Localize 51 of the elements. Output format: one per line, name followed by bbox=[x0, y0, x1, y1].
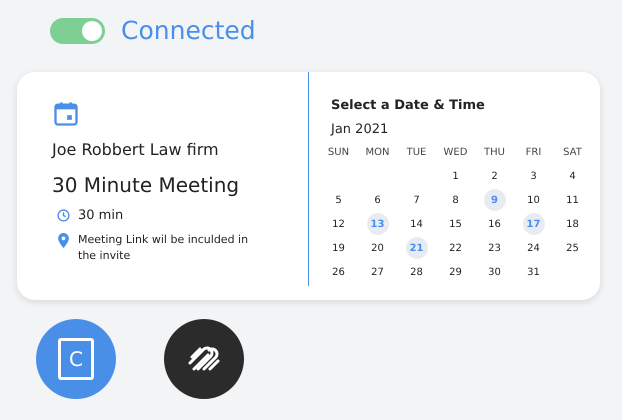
weekday-label: SAT bbox=[562, 146, 583, 160]
calendar-day: 16 bbox=[484, 213, 506, 235]
calendar-day: 7 bbox=[406, 189, 428, 211]
calendar-day: 31 bbox=[522, 261, 544, 283]
calendar-day: 1 bbox=[444, 165, 466, 187]
weekday-label: MON bbox=[364, 146, 390, 160]
weekday-label: FRI bbox=[524, 146, 542, 160]
weekday-label: TUE bbox=[406, 146, 428, 160]
calendar-day: 3 bbox=[522, 165, 544, 187]
calendar-day[interactable]: 9 bbox=[484, 189, 506, 211]
location-pin-icon bbox=[57, 232, 70, 248]
calendar-day: 28 bbox=[406, 261, 428, 283]
location-text: Meeting Link wil be inculded in the invite bbox=[78, 232, 250, 264]
organizer-name: Joe Robbert Law firm bbox=[52, 139, 220, 161]
calendar-day: 26 bbox=[328, 261, 350, 283]
calendar-day: 14 bbox=[406, 213, 428, 235]
calendar-day: 24 bbox=[522, 237, 544, 259]
calendar-day[interactable]: 21 bbox=[406, 237, 428, 259]
calendar-day: 10 bbox=[522, 189, 544, 211]
calendar-day: 25 bbox=[562, 237, 584, 259]
duration: 30 min bbox=[78, 207, 124, 225]
calendar-day: 12 bbox=[328, 213, 350, 235]
event-title: 30 Minute Meeting bbox=[52, 172, 240, 199]
calendar-day: 27 bbox=[366, 261, 388, 283]
calendar-day: 19 bbox=[328, 237, 350, 259]
calendar-day: 22 bbox=[444, 237, 466, 259]
calendar-day: 4 bbox=[562, 165, 584, 187]
calendar-day[interactable]: 17 bbox=[522, 213, 544, 235]
calendar-day: 15 bbox=[444, 213, 466, 235]
calendar-day: 8 bbox=[444, 189, 466, 211]
app-letter: C bbox=[69, 349, 83, 369]
connection-status: Connected bbox=[121, 15, 256, 48]
calendar-day: 5 bbox=[328, 189, 350, 211]
clock-icon bbox=[57, 209, 70, 222]
calendar-day: 11 bbox=[562, 189, 584, 211]
calendar-app-icon[interactable]: C bbox=[36, 319, 116, 399]
calendar-heading: Select a Date & Time bbox=[331, 97, 486, 115]
calendar-day: 18 bbox=[562, 213, 584, 235]
calendar-day: 29 bbox=[444, 261, 466, 283]
month-label: Jan 2021 bbox=[331, 120, 390, 138]
weekday-label: SUN bbox=[326, 146, 350, 160]
calendar-day[interactable]: 13 bbox=[366, 213, 388, 235]
calendar-day: 23 bbox=[484, 237, 506, 259]
calendar-icon bbox=[52, 100, 80, 128]
calendar-day: 30 bbox=[484, 261, 506, 283]
calendar-day: 20 bbox=[366, 237, 388, 259]
calendar-day: 6 bbox=[366, 189, 388, 211]
calendar-day: 2 bbox=[484, 165, 506, 187]
weekday-label: THU bbox=[483, 146, 506, 160]
weekday-label: WED bbox=[442, 146, 468, 160]
toggle-switch[interactable] bbox=[50, 18, 105, 44]
